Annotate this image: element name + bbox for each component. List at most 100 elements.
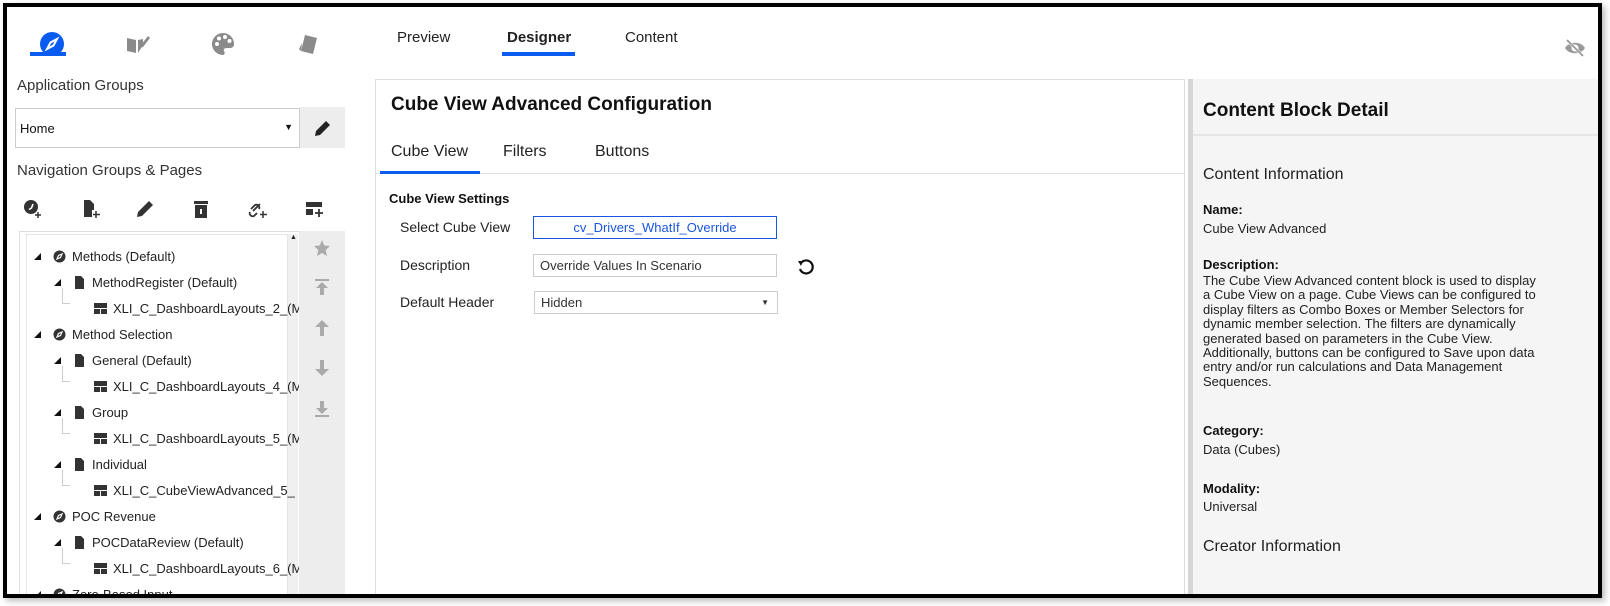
section-heading: Cube View Settings [389, 191, 510, 206]
expand-toggle-icon[interactable] [34, 590, 41, 594]
navigation-groups-label: Navigation Groups & Pages [17, 162, 203, 179]
layout-icon [94, 380, 113, 393]
theme-tab[interactable] [208, 29, 238, 59]
page-title: Cube View Advanced Configuration [391, 94, 712, 115]
tree-item[interactable]: POCDataReview (Default) [54, 532, 244, 552]
application-group-select[interactable]: Home ▼ [15, 108, 300, 148]
tree-connector [62, 470, 70, 486]
delete-icon[interactable] [191, 199, 211, 219]
tree-connector [62, 548, 70, 564]
expand-toggle-icon[interactable] [54, 538, 61, 546]
tree-item-label: Individual [92, 456, 147, 472]
star-icon[interactable] [313, 239, 331, 257]
content-block-detail-panel: Content Block Detail Content Information… [1188, 79, 1598, 594]
tree-item[interactable]: XLI_C_CubeViewAdvanced_5_ [94, 480, 295, 500]
layout-icon [94, 432, 113, 445]
description-value: The Cube View Advanced content block is … [1203, 273, 1536, 389]
tree-item[interactable]: Zero-Based Input [34, 584, 173, 598]
scroll-up-icon[interactable]: ▲ [290, 234, 297, 241]
default-header-select[interactable]: Hidden ▼ [534, 291, 778, 314]
move-bottom-icon[interactable] [314, 400, 330, 418]
cube-view-value: cv_Drivers_WhatIf_Override [573, 220, 737, 235]
move-down-icon[interactable] [314, 359, 330, 377]
page-icon [73, 405, 92, 419]
designer-tab[interactable] [123, 29, 153, 59]
tree-item[interactable]: XLI_C_DashboardLayouts_2_(M [94, 298, 302, 318]
expand-toggle-icon[interactable] [34, 512, 41, 520]
application-group-value: Home [20, 120, 55, 136]
tree-item-label: General (Default) [92, 352, 192, 368]
tree-connector [62, 418, 70, 434]
tree-item[interactable]: General (Default) [54, 350, 192, 370]
category-value: Data (Cubes) [1203, 442, 1281, 457]
active-tab-underline [30, 52, 66, 56]
description-value: Override Values In Scenario [540, 258, 702, 273]
tab-cube-view[interactable]: Cube View [391, 143, 468, 161]
tree-item[interactable]: Methods (Default) [34, 246, 175, 266]
palette-icon [212, 33, 234, 55]
page-icon [73, 535, 92, 549]
pages-icon [299, 35, 317, 54]
select-cube-view-button[interactable]: cv_Drivers_WhatIf_Override [533, 216, 777, 239]
folder-compass-icon [53, 588, 72, 594]
creator-information-heading: Creator Information [1203, 538, 1341, 555]
tab-designer[interactable]: Designer [507, 29, 571, 46]
tree-item[interactable]: POC Revenue [34, 506, 156, 526]
chevron-down-icon: ▼ [284, 122, 293, 132]
expand-toggle-icon[interactable] [34, 330, 41, 338]
expand-toggle-icon[interactable] [54, 356, 61, 364]
expand-toggle-icon[interactable] [54, 278, 61, 286]
expand-toggle-icon[interactable] [34, 252, 41, 260]
tab-filters[interactable]: Filters [503, 143, 547, 161]
cube-view-tab-underline [380, 171, 480, 174]
edit-app-group-button[interactable] [300, 107, 345, 148]
tree-item[interactable]: MethodRegister (Default) [54, 272, 237, 292]
tree-item-label: Zero-Based Input [72, 586, 173, 598]
reset-icon[interactable] [797, 258, 815, 276]
default-header-label: Default Header [400, 294, 495, 310]
move-top-icon[interactable] [314, 278, 330, 296]
tree-scrollbar[interactable]: ▲ [288, 234, 298, 594]
tree-actions-bar [299, 231, 345, 594]
eye-slash-icon[interactable] [1564, 38, 1586, 58]
add-layout-icon[interactable] [305, 199, 325, 219]
tree-item-label: Group [92, 404, 129, 420]
description-label: Description: [1203, 257, 1279, 272]
tree-item-label: POC Revenue [72, 508, 156, 524]
tree-connector [62, 288, 70, 304]
expand-toggle-icon[interactable] [54, 460, 61, 468]
default-header-value: Hidden [541, 295, 583, 310]
layout-icon [94, 484, 113, 497]
tree-item[interactable]: XLI_C_DashboardLayouts_5_(M [94, 428, 302, 448]
description-input[interactable]: Override Values In Scenario [533, 254, 777, 277]
tree-item-label: POCDataReview (Default) [92, 534, 244, 550]
modality-label: Modality: [1203, 481, 1261, 496]
expand-toggle-icon[interactable] [54, 408, 61, 416]
tree-item-label: XLI_C_DashboardLayouts_6_(M [113, 560, 303, 576]
tree-item-label: Method Selection [72, 326, 173, 342]
description-label: Description [400, 257, 471, 273]
tree-item-label: XLI_C_CubeViewAdvanced_5_ [113, 482, 295, 498]
pages-tab[interactable] [294, 29, 324, 59]
tab-content[interactable]: Content [625, 29, 678, 46]
link-icon[interactable] [248, 199, 268, 219]
edit-icon[interactable] [135, 199, 155, 219]
select-cube-view-label: Select Cube View [400, 219, 511, 235]
detail-title: Content Block Detail [1203, 100, 1389, 121]
add-page-icon[interactable] [81, 199, 101, 219]
tree-item[interactable]: XLI_C_DashboardLayouts_4_(M [94, 376, 302, 396]
chevron-down-icon: ▼ [761, 298, 769, 307]
tab-preview[interactable]: Preview [397, 29, 450, 46]
tree-item-label: XLI_C_DashboardLayouts_4_(M [113, 378, 303, 394]
tree-item-label: XLI_C_DashboardLayouts_2_(M [113, 300, 303, 316]
add-group-icon[interactable] [23, 199, 43, 219]
move-up-icon[interactable] [314, 319, 330, 337]
tree-item[interactable]: Method Selection [34, 324, 172, 344]
application-groups-label: Application Groups [17, 77, 144, 94]
tree-item[interactable]: XLI_C_DashboardLayouts_6_(M [94, 558, 302, 578]
category-label: Category: [1203, 423, 1264, 438]
tab-buttons[interactable]: Buttons [595, 143, 649, 161]
folder-compass-icon [53, 250, 72, 263]
app-window: Application Groups Home ▼ Navigation Gro… [3, 3, 1602, 598]
content-information-heading: Content Information [1203, 166, 1344, 183]
